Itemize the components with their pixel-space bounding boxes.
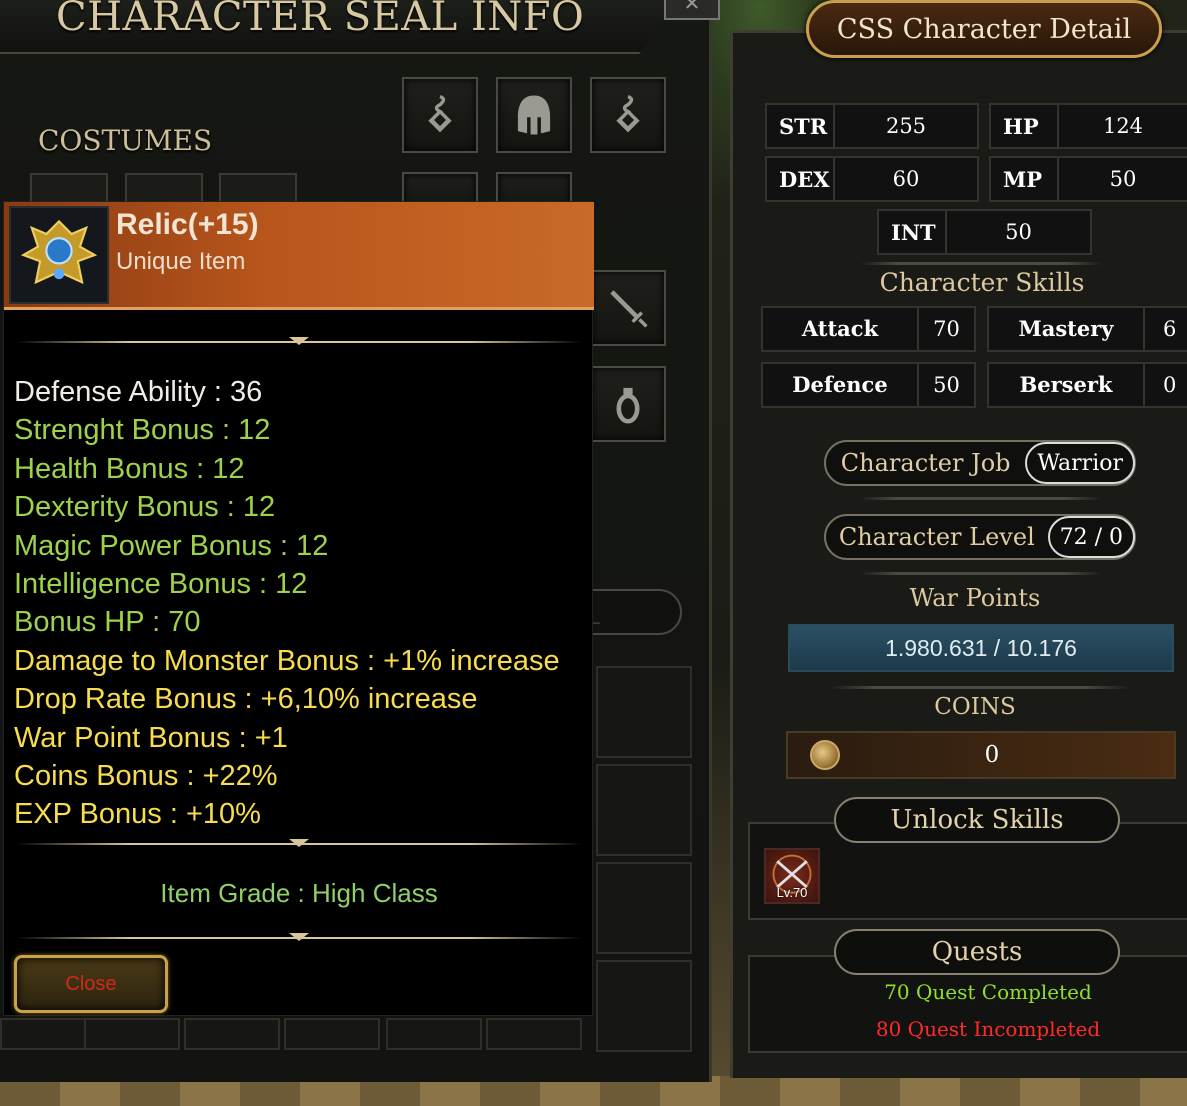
relic-item-icon bbox=[9, 206, 109, 304]
skill-name: Mastery bbox=[989, 308, 1145, 350]
skill-value: 0 bbox=[1163, 373, 1177, 397]
ring-icon bbox=[616, 387, 640, 424]
earring-icon bbox=[616, 94, 640, 133]
stat-value: 124 bbox=[1102, 114, 1144, 138]
equip-slot-weapon[interactable] bbox=[590, 270, 666, 346]
skills-title: Character Skills bbox=[879, 268, 1085, 297]
stat-label: MP bbox=[991, 158, 1059, 200]
stat-line: Bonus HP : 70 bbox=[14, 606, 201, 639]
unlock-skills-title: Unlock Skills bbox=[834, 797, 1120, 843]
stat-value: 50 bbox=[1005, 220, 1032, 244]
item-grade: Item Grade : High Class bbox=[160, 878, 438, 908]
level-value: 72 / 0 bbox=[1047, 516, 1135, 558]
quests-completed: 70 Quest Completed bbox=[884, 980, 1092, 1004]
skill-berserk: Berserk 0 bbox=[987, 362, 1187, 408]
window-title: CHARACTER SEAL INFO bbox=[56, 0, 585, 40]
inventory-slot[interactable] bbox=[0, 1018, 96, 1050]
character-job: Character Job Warrior bbox=[824, 440, 1136, 486]
earring-icon bbox=[428, 94, 452, 133]
level-label: Character Level bbox=[838, 523, 1035, 551]
inventory-slot[interactable] bbox=[284, 1018, 380, 1050]
inventory-slot[interactable] bbox=[84, 1018, 180, 1050]
costumes-label: COSTUMES bbox=[38, 124, 213, 157]
inventory-slot[interactable] bbox=[486, 1018, 582, 1050]
tooltip-divider bbox=[16, 843, 582, 845]
tooltip-divider bbox=[16, 341, 582, 343]
stat-line: War Point Bonus : +1 bbox=[14, 721, 288, 754]
close-button[interactable]: Close bbox=[14, 955, 168, 1013]
divider bbox=[860, 262, 1102, 265]
equip-slot-earring-left[interactable] bbox=[402, 77, 478, 153]
inventory-slot[interactable] bbox=[596, 960, 692, 1052]
coins-value: 0 bbox=[984, 742, 1000, 768]
job-value: Warrior bbox=[1025, 442, 1135, 484]
stat-line: Intelligence Bonus : 12 bbox=[14, 567, 308, 600]
divider bbox=[860, 572, 1102, 575]
skill-name: Berserk bbox=[989, 364, 1145, 406]
equip-slot-ring-right[interactable] bbox=[590, 366, 666, 442]
skill-value: 50 bbox=[933, 373, 960, 397]
war-points-bar: 1.980.631 / 10.176 bbox=[788, 624, 1174, 672]
stat-str: STR 255 bbox=[765, 103, 979, 149]
coins-title: COINS bbox=[934, 694, 1016, 720]
inventory-slot[interactable] bbox=[184, 1018, 280, 1050]
stat-label: DEX bbox=[767, 158, 835, 200]
skill-defence: Defence 50 bbox=[761, 362, 976, 408]
war-points-title: War Points bbox=[909, 584, 1041, 612]
skill-mastery: Mastery 6 bbox=[987, 306, 1187, 352]
inventory-slot[interactable] bbox=[596, 764, 692, 856]
item-tooltip: Relic(+15) Unique Item Defense Ability :… bbox=[3, 201, 594, 1016]
stat-int: INT 50 bbox=[877, 209, 1092, 255]
stat-label: INT bbox=[879, 211, 947, 253]
tooltip-header: Relic(+15) Unique Item bbox=[4, 202, 594, 310]
stat-value: 50 bbox=[1109, 167, 1137, 191]
panel-title: CSS Character Detail bbox=[806, 0, 1162, 58]
skill-name: Defence bbox=[763, 364, 919, 406]
stat-line: Dexterity Bonus : 12 bbox=[14, 491, 276, 524]
inventory-slot[interactable] bbox=[596, 862, 692, 954]
stat-line: Coins Bonus : +22% bbox=[14, 759, 278, 792]
coin-icon bbox=[810, 740, 840, 770]
divider bbox=[860, 497, 1102, 500]
skill-attack: Attack 70 bbox=[761, 306, 976, 352]
stat-line: Health Bonus : 12 bbox=[14, 452, 245, 485]
stat-line: Drop Rate Bonus : +6,10% increase bbox=[14, 683, 478, 716]
stat-label: HP bbox=[991, 105, 1059, 147]
skill-value: 70 bbox=[933, 317, 960, 341]
quests-incompleted: 80 Quest Incompleted bbox=[875, 1017, 1101, 1041]
item-rarity: Unique Item bbox=[116, 248, 246, 275]
stat-line: Strenght Bonus : 12 bbox=[14, 414, 271, 447]
tooltip-divider bbox=[16, 937, 582, 939]
stat-mp: MP 50 bbox=[989, 156, 1187, 202]
item-stats-list: Defense Ability : 36 Strenght Bonus : 12… bbox=[14, 373, 589, 834]
skill-name: Attack bbox=[763, 308, 919, 350]
inventory-slot[interactable] bbox=[596, 666, 692, 758]
stat-line: EXP Bonus : +10% bbox=[14, 798, 261, 831]
divider bbox=[830, 686, 1130, 689]
stat-line: Damage to Monster Bonus : +1% increase bbox=[14, 644, 560, 677]
equip-slot-helmet[interactable] bbox=[496, 77, 572, 153]
job-label: Character Job bbox=[840, 449, 1011, 477]
item-name: Relic(+15) bbox=[116, 208, 259, 241]
stat-value: 60 bbox=[892, 167, 920, 191]
crossed-swords-skill-icon[interactable]: Lv.70 bbox=[764, 848, 820, 904]
helmet-icon bbox=[517, 95, 551, 135]
stat-value: 255 bbox=[885, 114, 927, 138]
inventory-slot[interactable] bbox=[386, 1018, 482, 1050]
character-level: Character Level 72 / 0 bbox=[824, 514, 1136, 560]
stat-line: Defense Ability : 36 bbox=[14, 376, 263, 408]
sword-icon bbox=[610, 290, 648, 328]
stat-hp: HP 124 bbox=[989, 103, 1187, 149]
quests-title: Quests bbox=[834, 929, 1120, 975]
window-close-icon[interactable]: ✕ bbox=[664, 0, 720, 20]
equip-slot-earring-right[interactable] bbox=[590, 77, 666, 153]
stat-line: Magic Power Bonus : 12 bbox=[14, 529, 329, 562]
coins-box: 0 bbox=[786, 731, 1176, 779]
skill-value: 6 bbox=[1163, 317, 1177, 341]
skill-level-label: Lv.70 bbox=[776, 885, 808, 900]
stat-dex: DEX 60 bbox=[765, 156, 979, 202]
stat-label: STR bbox=[767, 105, 835, 147]
